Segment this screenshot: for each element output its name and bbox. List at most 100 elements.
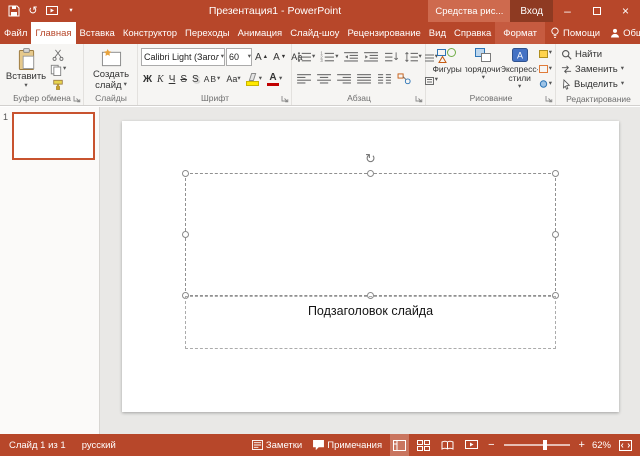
zoom-level[interactable]: 62% [592,440,611,451]
shape-fill-button[interactable]: ▾ [538,47,553,60]
customize-qat-button[interactable]: ▾ [64,3,78,19]
close-button[interactable]: × [611,0,640,22]
shape-effects-button[interactable]: ▾ [538,78,553,91]
up-arrow-icon: ▲ [263,54,268,60]
start-slideshow-button[interactable] [45,3,59,19]
character-spacing-button[interactable]: АВ▾ [202,70,224,88]
font-size-input[interactable] [227,49,248,65]
tab-help[interactable]: Справка [450,22,495,44]
decrease-indent-button[interactable] [342,48,361,66]
underline-button[interactable]: Ч [167,70,178,88]
align-left-icon [297,73,312,85]
zoom-slider-thumb[interactable] [543,440,547,450]
tab-design[interactable]: Конструктор [119,22,181,44]
paste-button[interactable]: Вставить ▾ [3,46,49,92]
change-case-button[interactable]: Аа▾ [224,70,242,88]
zoom-out-button[interactable]: − [486,439,496,451]
comments-toggle-button[interactable]: Примечания [310,434,385,456]
format-painter-button[interactable] [49,77,67,92]
share-button[interactable]: Общий доступ [605,28,640,39]
font-dialog-launcher[interactable] [280,94,290,104]
tab-home[interactable]: Главная [31,22,75,44]
zoom-in-button[interactable]: + [577,439,587,451]
columns-button[interactable] [375,70,394,88]
increase-indent-button[interactable] [362,48,381,66]
undo-button[interactable]: ↺ [26,3,40,19]
drawing-dialog-launcher[interactable] [544,94,554,104]
tell-me-button[interactable]: Помощи [545,27,605,39]
powerpoint-window: ↺ ▾ Презентация1 - PowerPoint Средства р… [0,0,640,456]
tab-insert[interactable]: Вставка [76,22,119,44]
copy-button[interactable]: ▾ [49,62,67,77]
chevron-down-icon: ▾ [621,66,624,73]
tab-transitions[interactable]: Переходы [181,22,234,44]
title-placeholder[interactable]: ↻ [185,173,556,296]
slideshow-view-button[interactable] [462,434,481,456]
shapes-button[interactable]: Фигуры [429,46,465,92]
chevron-down-icon: ▾ [621,81,624,88]
align-center-button[interactable] [315,70,334,88]
font-size-combobox[interactable]: ▾ [226,48,252,66]
resize-handle-top-right[interactable] [552,170,559,177]
text-shadow-button[interactable]: S [190,70,201,88]
clipboard-dialog-launcher[interactable] [72,94,82,104]
maximize-button[interactable] [582,0,611,22]
bold-button[interactable]: Ж [141,70,154,88]
replace-button[interactable]: Заменить ▾ [559,62,638,77]
ribbon: Вставить ▾ ▾ [0,44,640,106]
slide-sorter-view-button[interactable] [414,434,433,456]
font-color-button[interactable]: А▾ [265,70,284,88]
chevron-down-icon: ▾ [124,82,127,89]
chevron-down-icon: ▾ [237,76,240,83]
slide-surface[interactable]: ↻ Подзаголовок слайда [122,121,619,412]
numbering-button[interactable]: 123 ▾ [318,48,340,66]
sign-in-button[interactable]: Вход [510,0,553,22]
tab-animations[interactable]: Анимация [234,22,287,44]
arrange-button[interactable]: Упорядочить ▾ [465,46,501,92]
line-spacing-button[interactable]: ▾ [402,48,424,66]
new-slide-button[interactable]: Создать слайд ▾ [87,46,135,92]
resize-handle-middle-right[interactable] [552,231,559,238]
notes-toggle-button[interactable]: Заметки [249,434,305,456]
reading-view-button[interactable] [438,434,457,456]
tab-slideshow[interactable]: Слайд-шоу [286,22,343,44]
font-name-input[interactable] [142,49,221,65]
highlight-color-button[interactable]: ▾ [244,70,264,88]
select-button[interactable]: Выделить ▾ [559,77,638,92]
resize-handle-middle-left[interactable] [182,231,189,238]
tab-format[interactable]: Формат [495,22,545,44]
tab-file[interactable]: Файл [0,22,31,44]
paragraph-dialog-launcher[interactable] [414,94,424,104]
minimize-button[interactable]: – [553,0,582,22]
cut-button[interactable] [49,47,67,62]
align-right-button[interactable] [335,70,354,88]
quick-styles-label: Экспресс-стили [502,65,538,83]
convert-smartart-button[interactable] [395,70,414,88]
shrink-font-button[interactable]: А▼ [271,48,288,66]
text-direction-button[interactable] [382,48,401,66]
zoom-slider[interactable] [504,444,570,446]
language-button[interactable]: русский [82,440,116,451]
strikethrough-button[interactable]: S [178,70,189,88]
bullets-button[interactable]: ▾ [295,48,317,66]
italic-button[interactable]: К [155,70,166,88]
save-button[interactable] [7,3,21,19]
rotate-handle-icon[interactable]: ↻ [365,152,376,165]
resize-handle-top-left[interactable] [182,170,189,177]
tab-review[interactable]: Рецензирование [343,22,424,44]
subtitle-placeholder[interactable]: Подзаголовок слайда [185,296,556,349]
normal-view-button[interactable] [390,434,409,456]
fit-slide-button[interactable] [616,434,635,456]
font-name-combobox[interactable]: ▾ [141,48,225,66]
tab-view[interactable]: Вид [425,22,450,44]
slide-thumbnail[interactable] [12,112,95,160]
chevron-down-icon: ▾ [221,54,224,61]
justify-button[interactable] [355,70,374,88]
grow-font-button[interactable]: А▲ [253,48,270,66]
justify-icon [357,73,372,85]
shape-outline-button[interactable]: ▾ [538,62,553,75]
align-left-button[interactable] [295,70,314,88]
find-button[interactable]: Найти [559,47,638,62]
quick-styles-button[interactable]: А Экспресс-стили ▾ [502,46,538,92]
resize-handle-top-middle[interactable] [367,170,374,177]
